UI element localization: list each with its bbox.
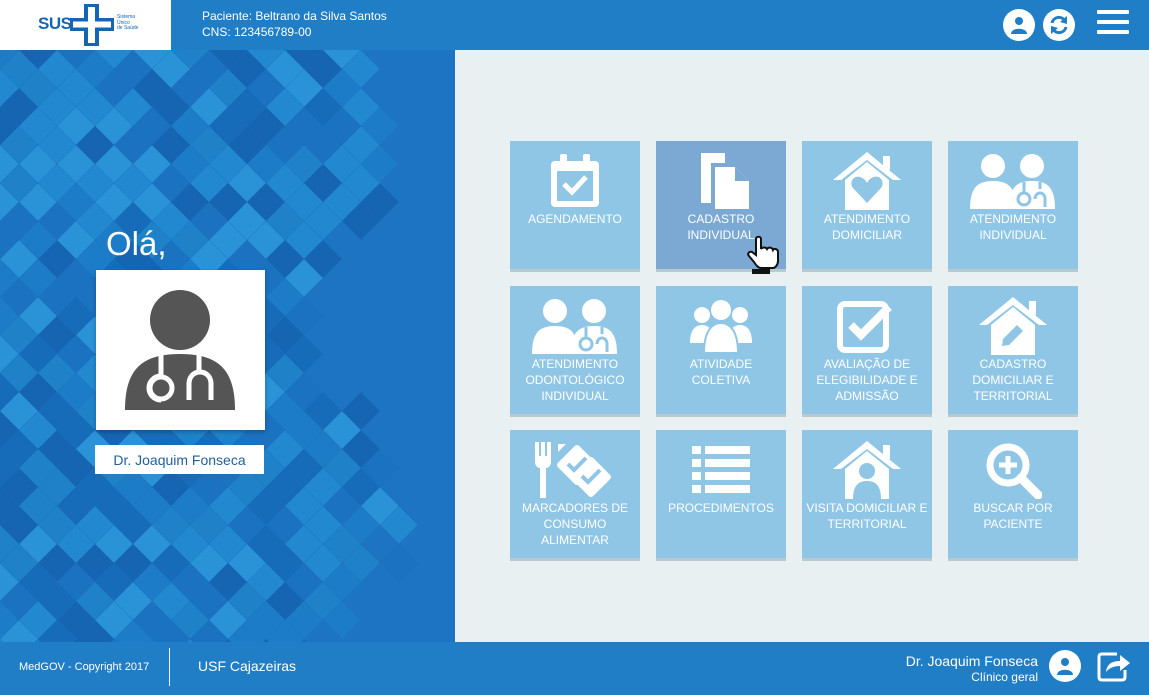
footer-user-name: Dr. Joaquim Fonseca xyxy=(905,653,1038,669)
refresh-button[interactable] xyxy=(1043,9,1075,41)
list-icon xyxy=(692,446,750,493)
tile-cadastro-individual[interactable]: CADASTRO INDIVIDUAL xyxy=(656,141,786,274)
hand-cursor-icon xyxy=(747,235,779,274)
patient-info: Paciente: Beltrano da Silva Santos CNS: … xyxy=(202,8,387,40)
top-bar: SUS Sistema Único de Saúde Paciente: Bel… xyxy=(0,0,1149,50)
tile-atividade-coletiva[interactable]: ATIVIDADE COLETIVA xyxy=(656,286,786,414)
tile-agendamento[interactable]: AGENDAMENTO xyxy=(510,141,640,269)
hamburger-menu-icon[interactable] xyxy=(1097,10,1129,36)
tile-marcadores-consumo[interactable]: MARCADORES DE CONSUMO ALIMENTAR xyxy=(510,430,640,558)
house-doctor-icon xyxy=(833,441,901,499)
greeting: Olá, xyxy=(106,225,167,262)
footer-user: Dr. Joaquim Fonseca Clínico geral xyxy=(906,653,1038,685)
user-icon xyxy=(1011,17,1027,34)
patient-cns: CNS: 123456789-00 xyxy=(202,25,312,39)
cross-icon xyxy=(70,4,114,46)
user-icon xyxy=(1057,658,1073,675)
doctor-name: Dr. Joaquim Fonseca xyxy=(95,445,264,474)
logout-icon[interactable] xyxy=(1097,650,1131,682)
doctor-patient-icon xyxy=(532,299,617,354)
user-button[interactable] xyxy=(1003,9,1035,41)
profile-button[interactable] xyxy=(1049,650,1081,682)
footer-divider xyxy=(169,648,170,686)
tile-procedimentos[interactable]: PROCEDIMENTOS xyxy=(656,430,786,558)
footer-bar: MedGOV - Copyright 2017 USF Cajazeiras D… xyxy=(0,642,1149,695)
fork-checklist-icon xyxy=(535,442,611,498)
house-edit-icon xyxy=(979,297,1047,355)
documents-icon xyxy=(701,153,749,209)
welcome-panel: Olá, Dr. Joaquim Fonseca xyxy=(0,50,455,642)
tile-cadastro-domiciliar[interactable]: CADASTRO DOMICILIAR E TERRITORIAL xyxy=(948,286,1078,414)
health-unit: USF Cajazeiras xyxy=(198,658,297,674)
tile-atendimento-individual[interactable]: ATENDIMENTO INDIVIDUAL xyxy=(948,141,1078,269)
tile-buscar-paciente[interactable]: BUSCAR POR PACIENTE xyxy=(948,430,1078,558)
search-plus-icon xyxy=(986,443,1042,499)
logo-text: SUS xyxy=(38,14,72,33)
doctor-avatar xyxy=(96,270,265,430)
logo-subtitle: Sistema Único de Saúde xyxy=(117,14,139,31)
calendar-check-icon xyxy=(551,154,599,207)
sus-logo[interactable]: SUS Sistema Único de Saúde xyxy=(0,0,171,50)
refresh-icon xyxy=(1050,15,1068,35)
tile-atendimento-domiciliar[interactable]: ATENDIMENTO DOMICILIAR xyxy=(802,141,932,269)
checkbox-icon xyxy=(837,301,892,353)
doctor-icon xyxy=(125,289,235,410)
doctor-patient-icon xyxy=(970,154,1055,209)
tile-visita-domiciliar[interactable]: VISITA DOMICILIAR E TERRITORIAL xyxy=(802,430,932,558)
footer-user-role: Clínico geral xyxy=(971,670,1038,684)
tile-avaliacao-elegibilidade[interactable]: AVALIAÇÃO DE ELEGIBILIDADE E ADMISSÃO xyxy=(802,286,932,414)
patient-name: Paciente: Beltrano da Silva Santos xyxy=(202,9,387,23)
house-heart-icon xyxy=(833,152,901,210)
copyright: MedGOV - Copyright 2017 xyxy=(19,661,150,673)
tile-atendimento-odontologico[interactable]: ATENDIMENTO ODONTOLÓGICO INDIVIDUAL xyxy=(510,286,640,414)
group-icon xyxy=(690,300,752,353)
